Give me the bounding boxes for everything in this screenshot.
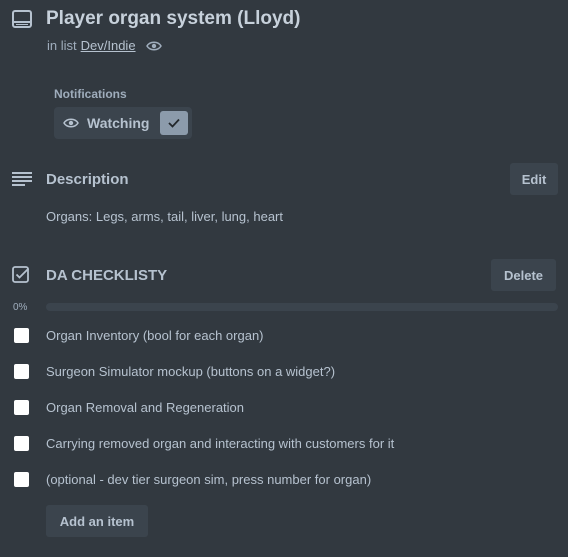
checklist-item-checkbox[interactable] bbox=[14, 363, 29, 379]
add-item-button[interactable]: Add an item bbox=[46, 505, 148, 537]
checklist-item-text[interactable]: (optional - dev tier surgeon sim, press … bbox=[46, 472, 371, 487]
checklist-item-text[interactable]: Organ Removal and Regeneration bbox=[46, 400, 244, 415]
card-icon bbox=[12, 10, 32, 28]
checklist-item-checkbox[interactable] bbox=[14, 435, 29, 451]
in-list-prefix: in list bbox=[47, 38, 77, 53]
card-title[interactable]: Player organ system (Lloyd) bbox=[46, 8, 300, 30]
checklist-item[interactable]: Organ Removal and Regeneration bbox=[14, 395, 554, 419]
checklist-item-checkbox[interactable] bbox=[14, 471, 29, 487]
description-text[interactable]: Organs: Legs, arms, tail, liver, lung, h… bbox=[46, 209, 283, 224]
progress-percent-label: 0% bbox=[13, 302, 28, 313]
checkmark-icon bbox=[160, 111, 188, 135]
description-title: Description bbox=[46, 171, 129, 188]
checklist-item[interactable]: (optional - dev tier surgeon sim, press … bbox=[14, 467, 554, 491]
checklist-item-text[interactable]: Surgeon Simulator mockup (buttons on a w… bbox=[46, 364, 335, 379]
checklist-item[interactable]: Organ Inventory (bool for each organ) bbox=[14, 323, 554, 347]
description-lines-icon bbox=[12, 172, 32, 186]
checklist-item-checkbox[interactable] bbox=[14, 399, 29, 415]
watch-label: Watching bbox=[87, 115, 150, 131]
checklist-title[interactable]: DA CHECKLISTY bbox=[46, 267, 167, 284]
edit-description-button[interactable]: Edit bbox=[510, 163, 558, 195]
progress-bar bbox=[46, 303, 558, 311]
eye-icon bbox=[63, 117, 79, 129]
notifications-label: Notifications bbox=[54, 87, 127, 101]
checklist-item[interactable]: Carrying removed organ and interacting w… bbox=[14, 431, 554, 455]
checklist-icon bbox=[12, 266, 30, 284]
delete-checklist-button[interactable]: Delete bbox=[491, 259, 556, 291]
eye-icon bbox=[145, 40, 162, 52]
list-link[interactable]: Dev/Indie bbox=[81, 38, 136, 53]
checklist-item[interactable]: Surgeon Simulator mockup (buttons on a w… bbox=[14, 359, 554, 383]
checklist-item-text[interactable]: Organ Inventory (bool for each organ) bbox=[46, 328, 264, 343]
checklist-item-text[interactable]: Carrying removed organ and interacting w… bbox=[46, 436, 394, 451]
checklist-item-checkbox[interactable] bbox=[14, 327, 29, 343]
watch-button[interactable]: Watching bbox=[54, 107, 192, 139]
in-list-line: in list Dev/Indie bbox=[47, 38, 162, 53]
